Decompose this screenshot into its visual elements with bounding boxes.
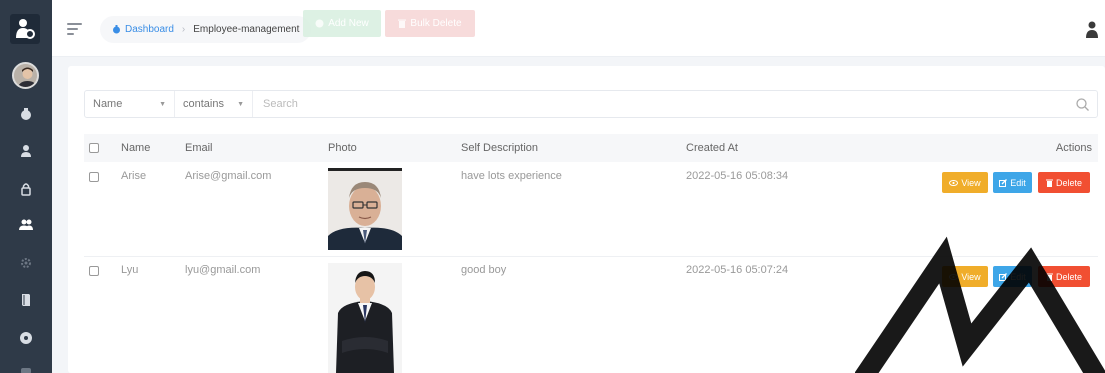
breadcrumb-home[interactable]: Dashboard	[112, 24, 174, 35]
row-email: lyu@gmail.com	[185, 264, 261, 276]
view-button[interactable]: View	[942, 266, 988, 287]
filter-field-value: Name	[93, 98, 123, 110]
delete-label: Delete	[1055, 177, 1082, 188]
delete-label: Delete	[1055, 271, 1082, 282]
column-header-email[interactable]: Email	[185, 142, 213, 154]
caret-down-icon: ▼	[237, 100, 244, 108]
filter-operator-select[interactable]: contains ▼	[175, 91, 253, 117]
view-label: View	[961, 177, 981, 188]
search-icon[interactable]	[1067, 91, 1097, 117]
edit-button[interactable]: Edit	[993, 172, 1032, 193]
add-new-button[interactable]: Add New	[303, 10, 381, 37]
breadcrumb-current: Employee-management	[193, 24, 300, 35]
dashboard-icon	[113, 25, 120, 34]
more-icon[interactable]	[18, 363, 34, 373]
edit-label: Edit	[1010, 177, 1026, 188]
row-self-description: good boy	[461, 264, 507, 276]
disc-icon[interactable]	[18, 330, 34, 346]
column-header-photo: Photo	[328, 142, 357, 154]
lock-icon[interactable]	[18, 181, 34, 197]
column-header-name[interactable]: Name	[121, 142, 150, 154]
users-icon[interactable]	[18, 217, 34, 233]
row-checkbox[interactable]	[89, 172, 99, 182]
row-divider	[84, 256, 1098, 257]
eye-icon	[949, 179, 959, 186]
add-new-label: Add New	[328, 18, 369, 29]
filter-operator-value: contains	[183, 98, 224, 110]
view-button[interactable]: View	[942, 172, 988, 193]
logo-icon[interactable]	[10, 14, 40, 44]
breadcrumb: Dashboard › Employee-management	[100, 16, 312, 43]
eye-icon	[949, 273, 959, 280]
bulk-delete-label: Bulk Delete	[410, 18, 462, 29]
trash-icon	[1045, 179, 1053, 187]
row-checkbox[interactable]	[89, 266, 99, 276]
gear-icon[interactable]	[18, 255, 34, 271]
row-name: Lyu	[121, 264, 139, 276]
delete-button[interactable]: Delete	[1038, 172, 1090, 193]
column-header-self-description[interactable]: Self Description	[461, 142, 538, 154]
main-panel: Name ▼ contains ▼ Name Email Photo Self …	[68, 66, 1105, 373]
topbar: Dashboard › Employee-management Add New …	[52, 0, 1105, 57]
book-icon[interactable]	[18, 292, 34, 308]
user-icon[interactable]	[18, 143, 34, 159]
trash-icon	[1045, 273, 1053, 281]
sidebar	[0, 0, 52, 373]
row-created-at: 2022-05-16 05:08:34	[686, 170, 789, 182]
breadcrumb-home-label: Dashboard	[125, 24, 174, 35]
filter-field-select[interactable]: Name ▼	[85, 91, 175, 117]
row-self-description: have lots experience	[461, 170, 562, 182]
view-label: View	[961, 271, 981, 282]
search-input[interactable]	[253, 91, 1067, 117]
avatar[interactable]	[12, 62, 39, 89]
bulk-delete-button[interactable]: Bulk Delete	[385, 10, 475, 37]
plus-circle-icon	[315, 19, 324, 28]
employee-photo	[328, 168, 402, 250]
breadcrumb-separator: ›	[181, 24, 186, 35]
hamburger-menu-icon[interactable]	[67, 23, 82, 35]
row-created-at: 2022-05-16 05:07:24	[686, 264, 789, 276]
home-icon[interactable]	[18, 106, 34, 122]
employee-photo	[328, 263, 402, 373]
edit-button[interactable]: Edit	[993, 266, 1032, 287]
user-profile-icon[interactable]	[1085, 20, 1099, 38]
row-email: Arise@gmail.com	[185, 170, 272, 182]
select-all-checkbox[interactable]	[89, 143, 99, 153]
edit-icon	[999, 178, 1008, 187]
caret-down-icon: ▼	[159, 100, 166, 108]
row-name: Arise	[121, 170, 147, 182]
column-header-created-at[interactable]: Created At	[686, 142, 738, 154]
column-header-actions: Actions	[1055, 142, 1092, 154]
edit-label: Edit	[1010, 271, 1026, 282]
filter-bar: Name ▼ contains ▼	[84, 90, 1098, 118]
delete-button[interactable]: Delete	[1038, 266, 1090, 287]
trash-icon	[398, 19, 407, 28]
table-header: Name Email Photo Self Description Create…	[84, 134, 1098, 162]
edit-icon	[999, 272, 1008, 281]
